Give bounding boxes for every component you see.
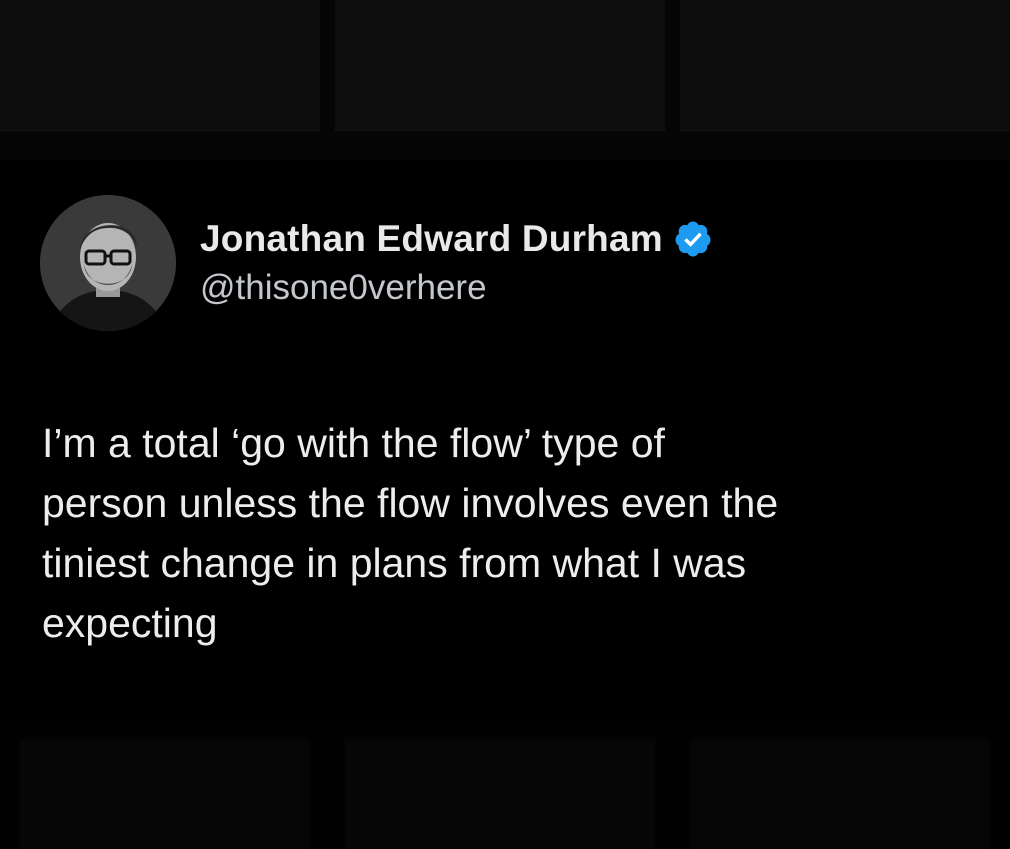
author-names: Jonathan Edward Durham @thisone0verhere: [200, 218, 713, 308]
tweet-header: Jonathan Edward Durham @thisone0verhere: [40, 193, 713, 333]
verified-badge-icon: [675, 221, 711, 257]
tweet-text-line: person unless the flow involves even the: [42, 480, 779, 526]
background-panel: [335, 0, 665, 131]
tweet-text-line: expecting: [42, 600, 218, 646]
tweet-text-line: tiniest change in plans from what I was: [42, 540, 747, 586]
background-panel: [0, 0, 320, 131]
display-name[interactable]: Jonathan Edward Durham: [200, 218, 663, 260]
avatar[interactable]: [40, 195, 176, 331]
background-bottom-strip: [0, 720, 1010, 849]
display-name-row: Jonathan Edward Durham: [200, 218, 713, 260]
user-handle[interactable]: @thisone0verhere: [200, 268, 713, 308]
tweet-text-line: I’m a total ‘go with the flow’ type of: [42, 420, 665, 466]
avatar-photo: [40, 195, 176, 331]
tweet-text: I’m a total ‘go with the flow’ type of p…: [42, 413, 972, 653]
background-panel: [680, 0, 1010, 131]
